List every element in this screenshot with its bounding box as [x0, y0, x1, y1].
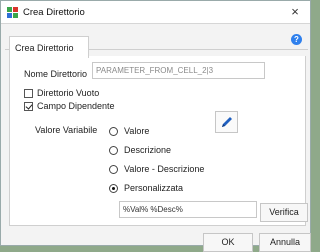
radio-personalizzata-label: Personalizzata: [124, 183, 184, 193]
radio-valore-label: Valore: [124, 126, 150, 136]
valore-variabile-label: Valore Variabile: [35, 125, 98, 135]
tab-crea-direttorio[interactable]: Crea Direttorio: [9, 36, 89, 58]
radio-descrizione[interactable]: [109, 146, 118, 155]
verifica-button[interactable]: Verifica: [260, 203, 308, 222]
campo-dipendente-checkbox[interactable]: [24, 102, 33, 111]
ok-button[interactable]: OK: [203, 233, 253, 252]
edit-button[interactable]: [215, 111, 238, 133]
close-icon[interactable]: ×: [287, 4, 303, 20]
tab-strip: Crea Direttorio: [5, 30, 308, 58]
radio-descrizione-label: Descrizione: [124, 145, 172, 155]
window-title: Crea Direttorio: [23, 7, 85, 18]
radio-valore-descrizione-label: Valore - Descrizione: [124, 164, 205, 174]
title-bar[interactable]: Crea Direttorio ×: [1, 1, 310, 24]
radio-personalizzata[interactable]: [109, 184, 118, 193]
nome-direttorio-input[interactable]: [92, 62, 265, 79]
app-icon: [7, 7, 18, 18]
custom-format-input[interactable]: [119, 201, 257, 218]
radio-valore[interactable]: [109, 127, 118, 136]
nome-direttorio-label: Nome Direttorio: [24, 69, 88, 79]
pencil-icon: [222, 117, 232, 127]
dialog-window: Crea Direttorio × Crea Direttorio ? Nome…: [0, 0, 311, 252]
help-icon[interactable]: ?: [291, 34, 302, 45]
cancel-button[interactable]: Annulla: [259, 233, 311, 252]
radio-valore-descrizione[interactable]: [109, 165, 118, 174]
direttorio-vuoto-label: Direttorio Vuoto: [37, 88, 100, 98]
direttorio-vuoto-checkbox[interactable]: [24, 89, 33, 98]
campo-dipendente-label: Campo Dipendente: [37, 101, 115, 111]
